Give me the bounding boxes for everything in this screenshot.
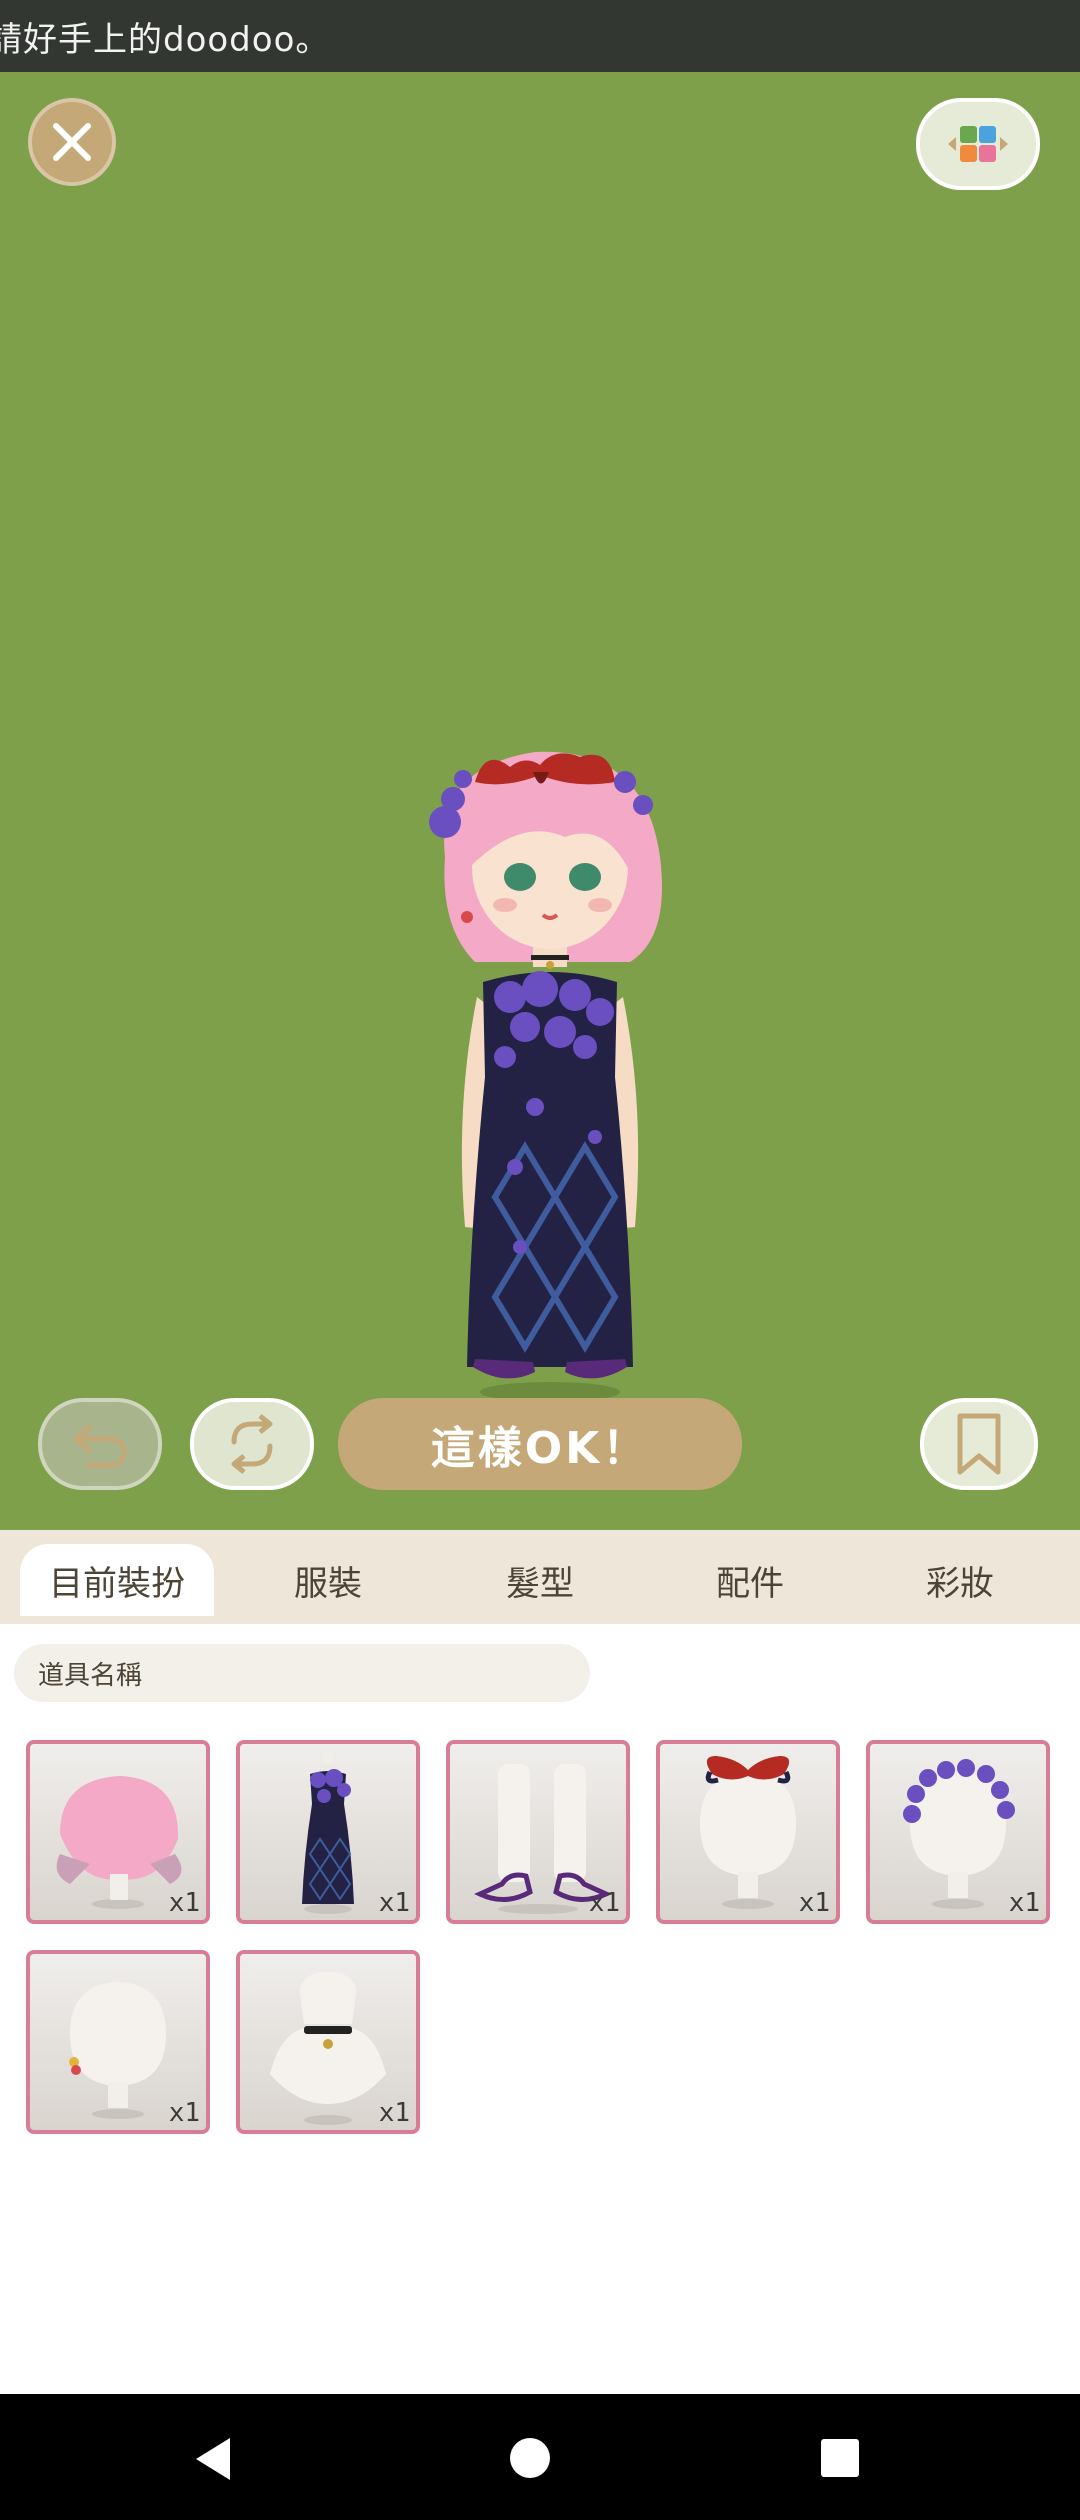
item-quantity: x1 xyxy=(588,1888,620,1918)
back-icon[interactable] xyxy=(190,2434,240,2484)
color-grid-icon xyxy=(948,126,1008,162)
item-quantity: x1 xyxy=(378,2098,410,2128)
recents-icon[interactable] xyxy=(820,2438,860,2478)
item-earring[interactable]: x1 xyxy=(26,1950,210,2134)
tab-divider xyxy=(0,1616,1080,1624)
item-quantity: x1 xyxy=(798,1888,830,1918)
category-tabs: 目前裝扮 服裝 髮型 配件 彩妝 xyxy=(0,1530,1080,1616)
confirm-ok-button[interactable]: 這樣OK！ xyxy=(338,1398,742,1490)
undo-icon xyxy=(73,1424,127,1468)
home-icon[interactable] xyxy=(508,2436,552,2480)
item-pink-hair[interactable]: x1 xyxy=(26,1740,210,1924)
item-violet-dress[interactable]: x1 xyxy=(236,1740,420,1924)
avatar-stage: 這樣OK！ xyxy=(0,72,1080,1530)
item-choker[interactable]: x1 xyxy=(236,1950,420,2134)
refresh-icon xyxy=(231,1414,273,1474)
item-violet-wreath[interactable]: x1 xyxy=(866,1740,1050,1924)
item-quantity: x1 xyxy=(168,2098,200,2128)
system-nav-bar xyxy=(0,2394,1080,2520)
item-name-search[interactable]: 道具名稱 xyxy=(14,1644,590,1702)
palette-button[interactable] xyxy=(916,98,1040,190)
item-quantity: x1 xyxy=(1008,1888,1040,1918)
tab-current-outfit[interactable]: 目前裝扮 xyxy=(20,1544,214,1616)
tab-hairstyle[interactable]: 髮型 xyxy=(442,1544,638,1616)
hint-text: 請好手上的doodoo。 xyxy=(0,20,331,60)
item-purple-sandals[interactable]: x1 xyxy=(446,1740,630,1924)
random-refresh-button[interactable] xyxy=(190,1398,314,1490)
tab-makeup[interactable]: 彩妝 xyxy=(862,1544,1058,1616)
avatar-character xyxy=(429,751,662,1402)
close-button[interactable] xyxy=(28,98,116,186)
item-red-bow[interactable]: x1 xyxy=(656,1740,840,1924)
close-icon xyxy=(53,123,91,161)
undo-button[interactable] xyxy=(38,1398,162,1490)
tab-accessories[interactable]: 配件 xyxy=(652,1544,848,1616)
bookmark-icon xyxy=(957,1413,1001,1475)
tab-clothing[interactable]: 服裝 xyxy=(230,1544,426,1616)
item-quantity: x1 xyxy=(378,1888,410,1918)
item-quantity: x1 xyxy=(168,1888,200,1918)
hint-banner: 請好手上的doodoo。 xyxy=(0,0,1080,72)
bookmark-button[interactable] xyxy=(920,1398,1038,1490)
